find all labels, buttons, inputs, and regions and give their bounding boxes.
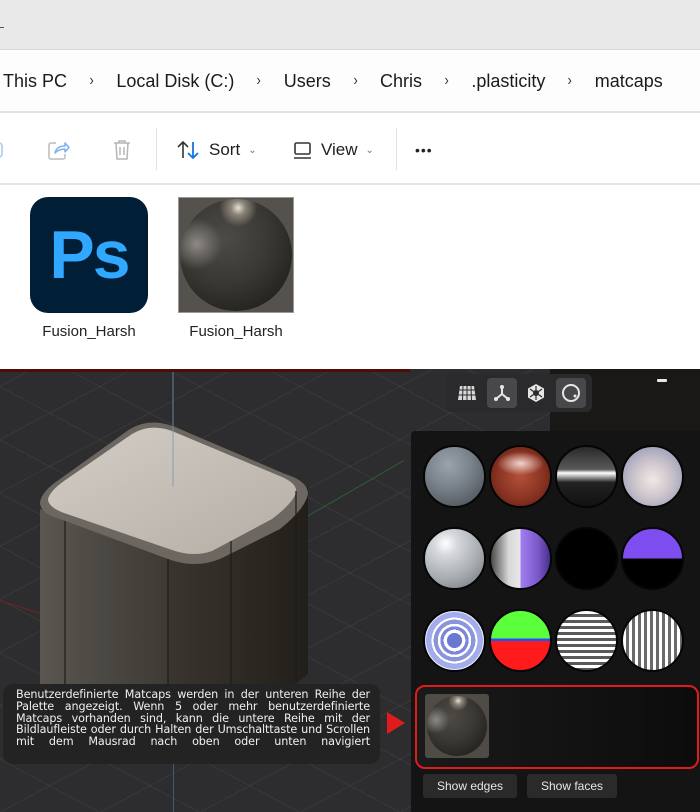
sphere-preview xyxy=(427,696,487,756)
rename-icon xyxy=(0,142,3,158)
file-name: Fusion_Harsh xyxy=(42,323,136,340)
pointer-arrow-icon xyxy=(387,712,405,734)
info-tooltip: Benutzerdefinierte Matcaps werden in der… xyxy=(3,684,380,764)
chevron-right-icon[interactable]: › xyxy=(353,72,357,90)
title-bar xyxy=(0,0,700,50)
vertex-icon xyxy=(493,385,510,401)
rename-button[interactable] xyxy=(0,115,8,185)
matcap-grey-metal[interactable] xyxy=(423,445,486,508)
view-button[interactable]: View ⌄ xyxy=(292,115,374,185)
file-explorer-window: This PC › Local Disk (C:) › Users › Chri… xyxy=(0,0,700,369)
chevron-right-icon[interactable]: › xyxy=(445,72,449,90)
show-faces-button[interactable]: Show faces xyxy=(527,774,617,798)
sphere-preview xyxy=(180,199,292,311)
custom-matcap-row[interactable] xyxy=(415,685,699,769)
solid-mode-button[interactable] xyxy=(521,378,551,408)
file-item[interactable]: Ps Fusion_Harsh xyxy=(24,197,154,340)
matcap-chrome-horizon[interactable] xyxy=(555,445,618,508)
vertex-mode-button[interactable] xyxy=(486,378,517,408)
breadcrumb-matcaps[interactable]: matcaps xyxy=(595,71,663,92)
view-icon xyxy=(294,142,311,159)
more-options-button[interactable]: ••• xyxy=(415,115,433,185)
file-item[interactable]: Fusion_Harsh xyxy=(171,197,301,340)
grid-icon xyxy=(458,385,477,401)
share-button[interactable] xyxy=(47,115,71,185)
hexagon-wire-icon xyxy=(528,384,545,402)
matcap-red-gloss[interactable] xyxy=(489,445,552,508)
matcap-mode-button[interactable] xyxy=(555,378,586,408)
matcap-grey-purple-split[interactable] xyxy=(489,527,552,590)
breadcrumb[interactable]: This PC › Local Disk (C:) › Users › Chri… xyxy=(0,51,700,113)
delete-button[interactable] xyxy=(111,115,133,185)
rounded-cube-model[interactable] xyxy=(0,369,420,689)
breadcrumb-chris[interactable]: Chris xyxy=(380,71,422,92)
breadcrumb-local-disk[interactable]: Local Disk (C:) xyxy=(116,71,234,92)
toolbar-divider xyxy=(396,128,397,170)
custom-matcap-fusion-harsh[interactable] xyxy=(425,694,489,758)
matcap-blue-rings[interactable] xyxy=(423,609,486,672)
minimize-icon[interactable] xyxy=(657,379,667,382)
matcap-purple-black-split[interactable] xyxy=(621,527,684,590)
toolbar-divider xyxy=(156,128,157,170)
tooltip-text: Benutzerdefinierte Matcaps werden in der… xyxy=(16,688,370,749)
title-bar-edge xyxy=(0,27,4,28)
command-bar: Sort ⌄ View ⌄ ••• xyxy=(0,115,700,185)
sort-button[interactable]: Sort ⌄ xyxy=(176,115,257,185)
matcap-green-red-split[interactable] xyxy=(489,609,552,672)
chevron-down-icon: ⌄ xyxy=(248,144,257,156)
chevron-down-icon: ⌄ xyxy=(365,144,374,156)
matcap-light-grey-gloss[interactable] xyxy=(423,527,486,590)
matcap-vertical-stripes[interactable] xyxy=(621,609,684,672)
photoshop-file-icon: Ps xyxy=(30,197,148,313)
matcap-image-thumbnail xyxy=(178,197,294,313)
trash-icon xyxy=(114,140,130,160)
breadcrumb-users[interactable]: Users xyxy=(284,71,331,92)
view-mode-toolbar xyxy=(446,374,592,412)
matcap-pearl[interactable] xyxy=(621,445,684,508)
matcap-horizontal-stripes[interactable] xyxy=(555,609,618,672)
file-name: Fusion_Harsh xyxy=(189,323,283,340)
chevron-right-icon[interactable]: › xyxy=(90,72,94,90)
matcap-icon xyxy=(561,384,580,402)
chevron-right-icon[interactable]: › xyxy=(257,72,261,90)
sort-icon xyxy=(177,140,199,160)
breadcrumb-plasticity[interactable]: .plasticity xyxy=(471,71,545,92)
chevron-right-icon[interactable]: › xyxy=(568,72,572,90)
sort-label: Sort xyxy=(209,140,241,159)
view-label: View xyxy=(321,140,358,159)
share-icon xyxy=(48,142,70,160)
show-edges-button[interactable]: Show edges xyxy=(423,774,517,798)
wireframe-mode-button[interactable] xyxy=(452,378,482,408)
file-list: Ps Fusion_Harsh Fusion_Harsh xyxy=(0,187,700,369)
matcap-black[interactable] xyxy=(555,527,618,590)
breadcrumb-this-pc[interactable]: This PC xyxy=(3,71,67,92)
